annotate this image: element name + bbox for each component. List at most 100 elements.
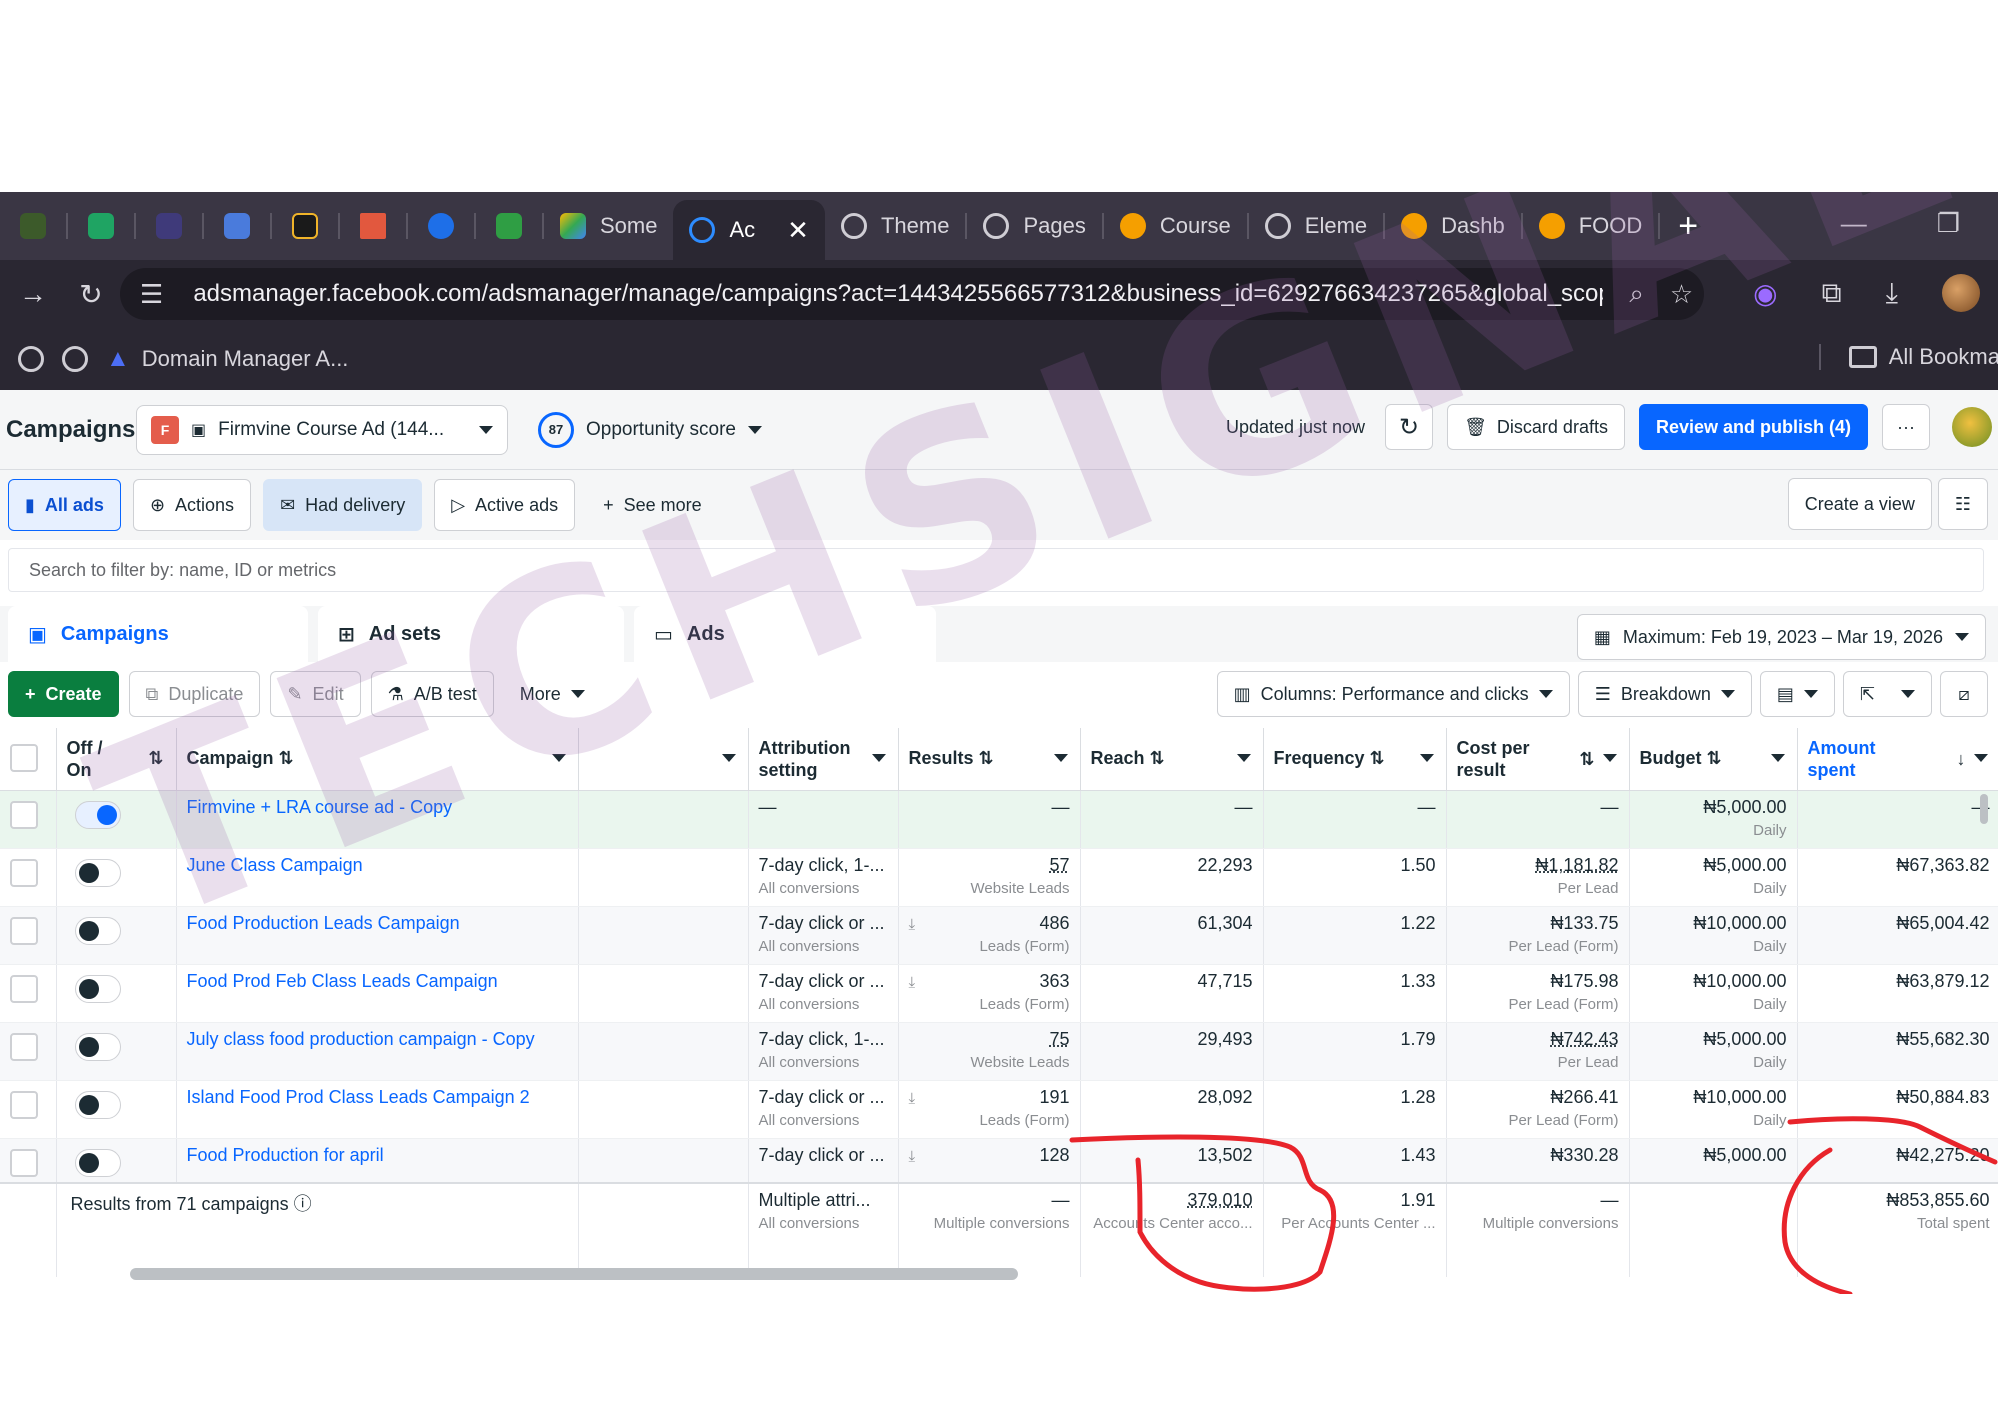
breakdown-button[interactable]: ☰ Breakdown — [1577, 671, 1752, 717]
account-selector[interactable]: F ▣ Firmvine Course Ad (144... — [136, 404, 508, 455]
chevron-down-icon[interactable] — [1053, 754, 1068, 762]
bookmark-2[interactable] — [62, 346, 88, 372]
tab-pinned-8[interactable] — [476, 192, 542, 260]
tab-ad-sets[interactable]: ⊞ Ad sets — [318, 606, 624, 662]
tab-4[interactable]: Course — [1104, 192, 1247, 260]
bookmark-1[interactable] — [18, 346, 44, 372]
campaign-name-link[interactable]: Food Prod Feb Class Leads Campaign — [187, 971, 498, 991]
vertical-scrollbar[interactable] — [1980, 794, 1988, 824]
sort-icon[interactable]: ⇅ — [148, 748, 163, 769]
delivery-toggle[interactable] — [74, 916, 121, 945]
row-checkbox[interactable] — [10, 974, 38, 1003]
bookmark-star-icon[interactable]: ☆ — [1670, 279, 1693, 310]
filter-all-ads[interactable]: ▮ All ads — [8, 479, 121, 531]
row-checkbox[interactable] — [10, 1032, 38, 1061]
tab-pinned-5[interactable] — [272, 192, 338, 260]
row-checkbox[interactable] — [10, 916, 38, 945]
date-range-picker[interactable]: ▦ Maximum: Feb 19, 2023 – Mar 19, 2026 — [1576, 614, 1986, 660]
extension-icon[interactable]: ◉ — [1753, 277, 1777, 310]
puzzle-icon[interactable]: ⧉ — [1822, 277, 1842, 310]
reload-icon[interactable]: ↻ — [58, 278, 124, 311]
table-row[interactable]: June Class Campaign 7-day click, 1-... All… — [0, 848, 2000, 907]
see-more-button[interactable]: + See more — [587, 479, 718, 531]
create-view-button[interactable]: Create a view — [1787, 478, 1932, 530]
tab-0[interactable]: Some — [544, 192, 673, 260]
delivery-toggle[interactable] — [74, 974, 121, 1003]
delivery-toggle[interactable] — [74, 1090, 121, 1119]
column-cost-per-result[interactable]: Cost per result ⇅ — [1446, 728, 1630, 791]
filter-active-ads[interactable]: ▷ Active ads — [434, 479, 576, 531]
more-button[interactable]: More — [503, 671, 601, 717]
chevron-down-icon[interactable] — [721, 754, 736, 762]
tab-3[interactable]: Pages — [967, 192, 1101, 260]
new-tab-button[interactable]: + — [1660, 207, 1716, 246]
select-all-header[interactable] — [0, 728, 57, 791]
sort-icon[interactable]: ⇅ — [1150, 748, 1165, 768]
charts-button[interactable]: ⧄ — [1940, 671, 1988, 717]
select-all-checkbox[interactable] — [10, 744, 38, 773]
table-row[interactable]: Food Prod Feb Class Leads Campaign 7-day … — [0, 964, 2000, 1023]
chevron-down-icon[interactable] — [871, 754, 886, 762]
columns-button[interactable]: ▥ Columns: Performance and clicks — [1216, 671, 1570, 717]
chevron-down-icon[interactable] — [1770, 754, 1785, 762]
tab-pinned-6[interactable] — [340, 192, 406, 260]
tab-pinned-2[interactable] — [68, 192, 134, 260]
edit-button[interactable]: ✎ Edit — [270, 671, 361, 717]
zoom-icon[interactable]: ⌕ — [1629, 278, 1644, 310]
tab-campaigns[interactable]: ▣ Campaigns — [8, 606, 308, 662]
row-checkbox[interactable] — [10, 1148, 38, 1177]
column-campaign[interactable]: Campaign ⇅ — [176, 728, 579, 791]
tab-6[interactable]: Dashb — [1385, 192, 1521, 260]
column-reach[interactable]: Reach ⇅ — [1080, 728, 1264, 791]
tab-2[interactable]: Theme — [825, 192, 965, 260]
sort-icon[interactable]: ⇅ — [1579, 748, 1594, 770]
review-publish-button[interactable]: Review and publish (4) — [1638, 404, 1868, 450]
minimize-icon[interactable]: — — [1841, 208, 1867, 239]
discard-drafts-button[interactable]: 🗑 Discard drafts — [1447, 404, 1625, 450]
filter-had-delivery[interactable]: ✉ Had delivery — [263, 479, 423, 531]
site-settings-icon[interactable]: ☰ — [140, 279, 163, 310]
create-button[interactable]: + Create — [8, 671, 119, 717]
row-checkbox[interactable] — [10, 858, 38, 887]
info-icon[interactable]: ⓘ — [294, 1194, 312, 1214]
column-frequency[interactable]: Frequency ⇅ — [1263, 728, 1447, 791]
column-results[interactable]: Results ⇅ — [898, 728, 1081, 791]
sort-icon[interactable]: ⇅ — [979, 748, 994, 768]
tab-ads[interactable]: ▭ Ads — [634, 606, 936, 662]
all-bookmarks[interactable]: All Bookma — [1818, 344, 2000, 370]
address-bar[interactable]: ☰ adsmanager.facebook.com/adsmanager/man… — [120, 268, 1704, 320]
tab-pinned-7[interactable] — [408, 192, 474, 260]
restore-icon[interactable]: ❐ — [1937, 208, 1960, 239]
delivery-toggle[interactable] — [74, 800, 121, 829]
tab-pinned-3[interactable] — [136, 192, 202, 260]
row-checkbox[interactable] — [10, 1090, 38, 1119]
table-row[interactable]: Firmvine + LRA course ad - Copy — — — — — ₦5,0… — [0, 790, 2000, 849]
campaign-name-link[interactable]: July class food production campaign - Co… — [187, 1029, 535, 1049]
campaign-name-link[interactable]: June Class Campaign — [187, 855, 363, 875]
view-settings-button[interactable]: ☷ — [1937, 478, 1988, 530]
duplicate-button[interactable]: ⧉ Duplicate — [128, 671, 261, 717]
column-delivery[interactable] — [578, 728, 749, 791]
search-input[interactable]: Search to filter by: name, ID or metrics — [8, 548, 1984, 592]
download-icon[interactable]: ⤓ — [1886, 277, 1898, 310]
tab-pinned-4[interactable] — [204, 192, 270, 260]
profile-avatar[interactable] — [1942, 274, 1980, 312]
bookmark-domain-manager[interactable]: ▲ Domain Manager A... — [106, 345, 348, 373]
column-budget[interactable]: Budget ⇅ — [1629, 728, 1798, 791]
delivery-toggle[interactable] — [74, 1032, 121, 1061]
business-avatar[interactable] — [1952, 407, 1992, 447]
tab-1-active[interactable]: Ac ✕ — [673, 200, 825, 260]
chevron-down-icon[interactable] — [1973, 754, 1988, 762]
chevron-down-icon[interactable] — [551, 754, 566, 762]
chevron-down-icon[interactable] — [1419, 754, 1434, 762]
table-row[interactable]: Food Production for april 7-day click or … — [0, 1138, 2000, 1183]
column-attribution[interactable]: Attribution setting — [748, 728, 899, 791]
column-off-on[interactable]: Off / On ⇅ — [56, 728, 177, 791]
column-amount-spent[interactable]: Amount spent ↓ — [1797, 728, 2000, 791]
table-row[interactable]: Food Production Leads Campaign 7-day clic… — [0, 906, 2000, 965]
sort-icon[interactable]: ⇅ — [1370, 748, 1385, 768]
campaign-name-link[interactable]: Food Production for april — [187, 1145, 384, 1165]
sort-desc-icon[interactable]: ↓ — [1957, 748, 1966, 770]
refresh-button[interactable]: ↻ — [1385, 404, 1434, 450]
more-options-button[interactable]: ··· — [1882, 404, 1930, 450]
